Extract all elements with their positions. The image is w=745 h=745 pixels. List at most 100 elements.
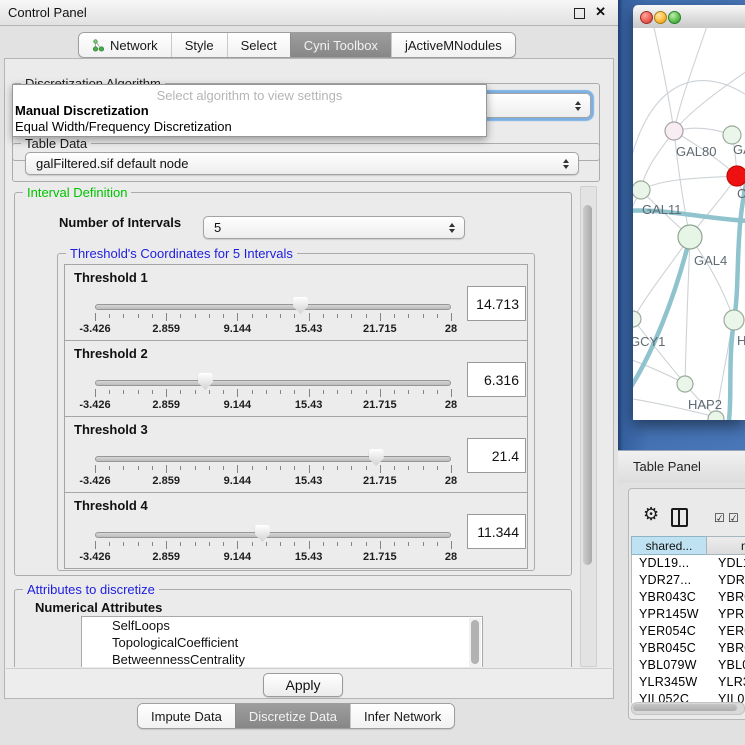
- tab-label: Select: [241, 38, 277, 53]
- apply-button[interactable]: Apply: [263, 673, 343, 697]
- table-cell[interactable]: YER054C: [708, 623, 745, 640]
- zoom-traffic-light-icon[interactable]: [668, 11, 681, 24]
- table-cell[interactable]: YDL19...: [708, 555, 745, 572]
- slider-thumb[interactable]: [198, 373, 213, 390]
- table-cell[interactable]: YDL19...: [632, 555, 708, 572]
- table-cell[interactable]: YBR043C: [632, 589, 708, 606]
- attribute-list-item[interactable]: BetweennessCentrality: [82, 651, 482, 667]
- table-cell[interactable]: YPR145W: [632, 606, 708, 623]
- table-cell[interactable]: YBR045C: [632, 640, 708, 657]
- settings-vertical-scrollbar[interactable]: [580, 186, 597, 667]
- tab-discretize-data[interactable]: Discretize Data: [235, 704, 350, 728]
- threshold-value-field[interactable]: 11.344: [467, 514, 526, 549]
- column-header[interactable]: name: [706, 536, 745, 555]
- network-node[interactable]: [677, 376, 693, 392]
- network-edge[interactable]: [674, 28, 708, 131]
- table-cell[interactable]: YLR345W: [632, 674, 708, 691]
- checkbox-checked-icon[interactable]: ☑: [728, 511, 739, 525]
- threshold-slider[interactable]: -3.4262.8599.14415.4321.71528: [95, 377, 451, 413]
- slider-track[interactable]: [95, 532, 451, 538]
- tick-mark: [266, 542, 267, 546]
- numerical-attributes-list[interactable]: SelfLoopsTopologicalCoefficientBetweenne…: [81, 616, 483, 667]
- slider-track[interactable]: [95, 456, 451, 462]
- slider-track[interactable]: [95, 304, 451, 310]
- slider-thumb[interactable]: [369, 449, 384, 466]
- threshold-slider[interactable]: -3.4262.8599.14415.4321.71528: [95, 529, 451, 565]
- attribute-list-item[interactable]: SelfLoops: [82, 617, 482, 634]
- network-node[interactable]: [727, 166, 745, 186]
- table-row[interactable]: YBR045CYBR045C: [632, 640, 745, 657]
- tab-select[interactable]: Select: [227, 33, 290, 57]
- table-cell[interactable]: YDR27...: [632, 572, 708, 589]
- threshold-slider[interactable]: -3.4262.8599.14415.4321.71528: [95, 453, 451, 489]
- tab-style[interactable]: Style: [171, 33, 227, 57]
- network-canvas[interactable]: GAL80GACGAL11GAL4GCY1HHAP2: [633, 28, 745, 420]
- tab-network[interactable]: Network: [79, 33, 171, 57]
- tick-mark: [423, 314, 424, 318]
- checkbox-checked-icon[interactable]: ☑: [714, 511, 725, 525]
- number-of-intervals-combobox[interactable]: 5: [203, 216, 465, 239]
- scrollbar-thumb[interactable]: [633, 704, 737, 711]
- threshold-value-field[interactable]: 14.713: [467, 286, 526, 321]
- table-cell[interactable]: YBR045C: [708, 640, 745, 657]
- table-cell[interactable]: YDR27...: [708, 572, 745, 589]
- table-cell[interactable]: YBL079W: [632, 657, 708, 674]
- table-data-combobox[interactable]: galFiltered.sif default node: [25, 152, 579, 175]
- attributes-list-scrollbar[interactable]: [469, 618, 481, 667]
- tick-mark: [323, 314, 324, 318]
- slider-thumb[interactable]: [255, 525, 270, 542]
- close-traffic-light-icon[interactable]: [640, 11, 653, 24]
- network-node-label: GAL80: [676, 144, 716, 159]
- attribute-list-item[interactable]: TopologicalCoefficient: [82, 634, 482, 651]
- network-edge[interactable]: [674, 68, 745, 131]
- network-edge[interactable]: [641, 176, 737, 190]
- tab-cyni-toolbox[interactable]: Cyni Toolbox: [290, 33, 391, 57]
- table-row[interactable]: YDR27...YDR27...: [632, 572, 745, 589]
- gear-icon[interactable]: ⚙: [643, 505, 659, 523]
- threshold-slider[interactable]: -3.4262.8599.14415.4321.71528: [95, 301, 451, 337]
- tab-impute-data[interactable]: Impute Data: [138, 704, 235, 728]
- network-node[interactable]: [665, 122, 683, 140]
- network-node[interactable]: [678, 225, 702, 249]
- tick-mark: [123, 542, 124, 546]
- network-edge[interactable]: [690, 237, 733, 318]
- tick-label: 28: [445, 475, 457, 487]
- table-row[interactable]: YER054CYER054C: [632, 623, 745, 640]
- network-node[interactable]: [633, 181, 650, 199]
- close-icon[interactable]: ✕: [595, 5, 606, 19]
- slider-track[interactable]: [95, 380, 451, 386]
- table-cell[interactable]: YLR345W: [708, 674, 745, 691]
- table-horizontal-scrollbar[interactable]: [631, 702, 745, 715]
- scrollbar-thumb[interactable]: [583, 205, 592, 565]
- table-row[interactable]: YLR345WYLR345W: [632, 674, 745, 691]
- network-node[interactable]: [633, 311, 641, 327]
- table-row[interactable]: YPR145WYPR145W: [632, 606, 745, 623]
- algorithm-option[interactable]: Equal Width/Frequency Discretization: [15, 119, 232, 134]
- table-row[interactable]: YBL079WYBL079W: [632, 657, 745, 674]
- table-row[interactable]: YDL19...YDL19...: [632, 555, 745, 572]
- column-split-icon[interactable]: [671, 508, 688, 527]
- algorithm-option[interactable]: Manual Discretization: [15, 103, 149, 118]
- network-node[interactable]: [724, 310, 744, 330]
- table-cell[interactable]: YER054C: [632, 623, 708, 640]
- tick-label: 15.43: [295, 551, 323, 563]
- minimize-traffic-light-icon[interactable]: [654, 11, 667, 24]
- table-cell[interactable]: YPR145W: [708, 606, 745, 623]
- slider-thumb[interactable]: [293, 297, 308, 314]
- column-header[interactable]: shared...: [631, 536, 707, 555]
- table-cell[interactable]: YBL079W: [708, 657, 745, 674]
- network-edge[interactable]: [633, 237, 690, 319]
- table-cell[interactable]: YBR043C: [708, 589, 745, 606]
- tab-jactivemnodules[interactable]: jActiveMNodules: [391, 33, 515, 57]
- scrollbar-thumb[interactable]: [471, 620, 479, 664]
- network-edge[interactable]: [653, 28, 674, 131]
- tick-mark: [109, 390, 110, 394]
- tick-mark: [166, 465, 167, 473]
- table-row[interactable]: YBR043CYBR043C: [632, 589, 745, 606]
- threshold-value-field[interactable]: 21.4: [467, 438, 526, 473]
- float-window-icon[interactable]: [574, 8, 585, 19]
- tab-infer-network[interactable]: Infer Network: [350, 704, 454, 728]
- threshold-value-field[interactable]: 6.316: [467, 362, 526, 397]
- network-node[interactable]: [708, 411, 724, 420]
- network-edge-highlighted[interactable]: [729, 163, 745, 420]
